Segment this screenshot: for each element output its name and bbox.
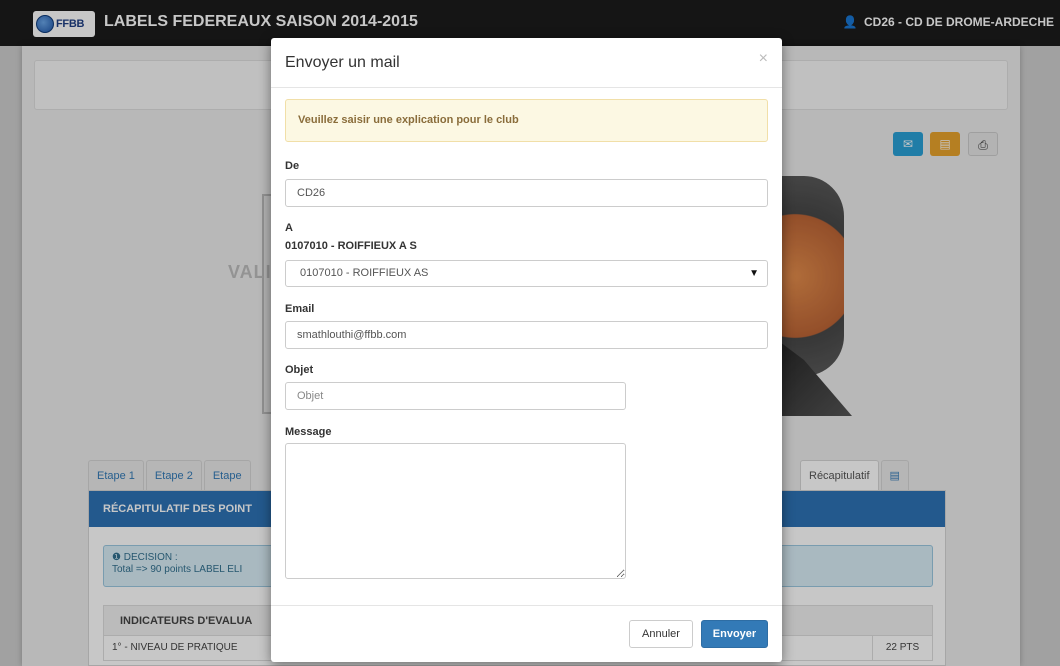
recipient-select[interactable]: 0107010 - ROIFFIEUX AS ▼ bbox=[285, 260, 768, 287]
to-label: A bbox=[285, 222, 293, 234]
send-button[interactable]: Envoyer bbox=[701, 620, 768, 648]
from-label: De bbox=[285, 160, 300, 172]
modal-footer: Annuler Envoyer bbox=[271, 605, 782, 662]
subject-field[interactable] bbox=[285, 382, 626, 410]
recipient-select-value: 0107010 - ROIFFIEUX AS bbox=[300, 267, 429, 279]
warning-alert: Veuillez saisir une explication pour le … bbox=[285, 99, 768, 142]
subject-label: Objet bbox=[285, 364, 314, 376]
modal-header: Envoyer un mail × bbox=[271, 38, 782, 88]
caret-down-icon: ▼ bbox=[749, 268, 759, 279]
modal-title: Envoyer un mail bbox=[285, 54, 400, 71]
close-icon[interactable]: × bbox=[759, 50, 768, 68]
message-textarea[interactable] bbox=[285, 443, 626, 579]
email-label: Email bbox=[285, 303, 315, 315]
cancel-button[interactable]: Annuler bbox=[629, 620, 693, 648]
from-field[interactable] bbox=[285, 179, 768, 207]
send-mail-modal: Envoyer un mail × Veuillez saisir une ex… bbox=[271, 38, 782, 662]
email-field[interactable] bbox=[285, 321, 768, 349]
message-label: Message bbox=[285, 426, 332, 438]
to-club-name: 0107010 - ROIFFIEUX A S bbox=[285, 240, 417, 252]
